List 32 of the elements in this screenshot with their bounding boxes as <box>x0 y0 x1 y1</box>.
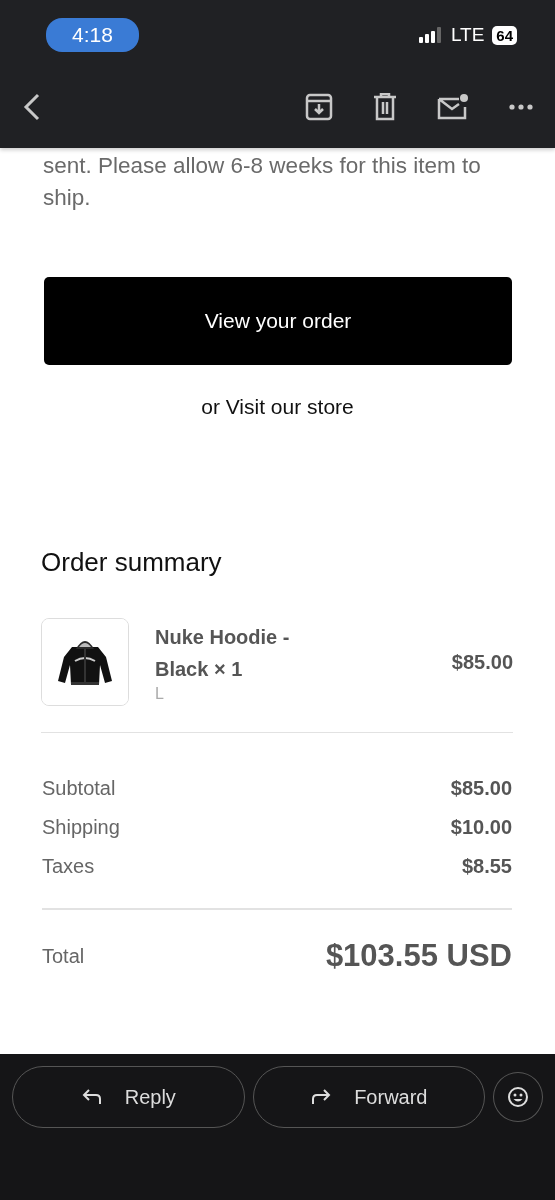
product-variant: L <box>155 685 165 703</box>
reply-icon <box>80 1087 103 1107</box>
signal-icon <box>418 27 443 43</box>
forward-icon <box>310 1087 333 1107</box>
view-order-button[interactable]: View your order <box>44 277 512 365</box>
archive-button[interactable] <box>305 93 333 121</box>
product-price: $85.00 <box>451 650 513 674</box>
trash-icon <box>373 93 397 121</box>
summary-value: $8.55 <box>461 855 512 878</box>
envelope-icon <box>437 93 469 121</box>
back-button[interactable] <box>22 92 42 122</box>
product-name: Nuke Hoodie - Black × 1 <box>155 625 291 682</box>
total-label: Total <box>42 944 85 968</box>
visit-store-link[interactable]: or Visit our store <box>43 395 512 419</box>
battery-indicator: 64 <box>492 25 517 45</box>
archive-icon <box>305 93 333 121</box>
summary-label: Shipping <box>42 816 120 839</box>
summary-value: $85.00 <box>450 777 512 800</box>
summary-label: Subtotal <box>42 777 116 800</box>
back-icon <box>22 92 42 122</box>
summary-value: $10.00 <box>450 816 512 839</box>
section-title: Order summary <box>41 547 223 578</box>
message-text: sent. Please allow 6-8 weeks for this item to ship. <box>43 152 482 212</box>
summary-label: Taxes <box>42 855 95 878</box>
delete-button[interactable] <box>373 93 397 121</box>
more-icon <box>509 104 533 110</box>
more-button[interactable] <box>509 104 533 110</box>
smiley-icon <box>507 1086 530 1108</box>
total-value: $103.55 USD <box>325 938 512 974</box>
network-label: LTE <box>450 24 485 46</box>
status-time: 4:18 <box>46 18 139 52</box>
mark-unread-button[interactable] <box>437 93 469 121</box>
